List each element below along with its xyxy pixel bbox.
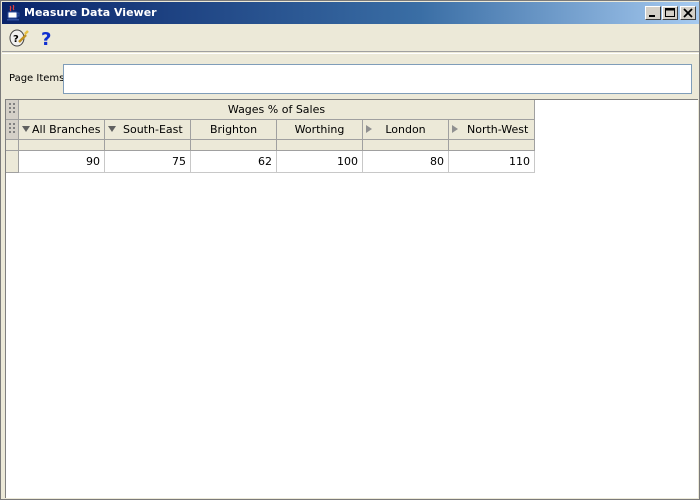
svg-text:?: ? [13, 34, 19, 45]
column-spacer [191, 140, 277, 151]
column-label: North-West [467, 123, 529, 136]
page-items-field[interactable] [63, 64, 692, 94]
collapsed-arrow-icon[interactable] [366, 125, 372, 133]
minimize-button[interactable] [645, 6, 661, 20]
data-cell-london[interactable]: 80 [363, 151, 449, 173]
column-label: South-East [123, 123, 183, 136]
data-cell-all-branches[interactable]: 90 [19, 151, 105, 173]
collapsed-arrow-icon[interactable] [452, 125, 458, 133]
column-spacer [449, 140, 535, 151]
measure-data-viewer-window: Measure Data Viewer ? ? Page Items Wages… [0, 0, 700, 500]
column-spacer [277, 140, 363, 151]
query-wizard-icon[interactable]: ? [8, 27, 30, 49]
expanded-arrow-icon[interactable] [22, 126, 30, 132]
data-grid-area: Wages % of Sales All Branches South-East… [5, 99, 698, 498]
column-header-south-east[interactable]: South-East [105, 120, 191, 140]
page-items-label: Page Items [9, 73, 65, 84]
column-label: All Branches [32, 123, 101, 136]
maximize-button[interactable] [662, 6, 678, 20]
column-spacer [19, 140, 105, 151]
window-title: Measure Data Viewer [24, 6, 157, 19]
column-label: Worthing [294, 123, 345, 136]
column-header-brighton[interactable]: Brighton [191, 120, 277, 140]
column-grip-measure[interactable] [6, 100, 19, 120]
column-label: London [385, 123, 426, 136]
data-cell-south-east[interactable]: 75 [105, 151, 191, 173]
column-spacer [105, 140, 191, 151]
toolbar: ? ? [2, 24, 699, 52]
data-cell-north-west[interactable]: 110 [449, 151, 535, 173]
column-header-north-west[interactable]: North-West [449, 120, 535, 140]
data-cell-worthing[interactable]: 100 [277, 151, 363, 173]
page-items-panel: Page Items [2, 53, 699, 98]
column-header-all-branches[interactable]: All Branches [19, 120, 105, 140]
row-header[interactable] [6, 151, 19, 173]
close-button[interactable] [680, 6, 696, 20]
column-header-worthing[interactable]: Worthing [277, 120, 363, 140]
svg-text:?: ? [41, 29, 51, 49]
title-bar[interactable]: Measure Data Viewer [2, 2, 699, 24]
column-header-london[interactable]: London [363, 120, 449, 140]
grid-corner-spacer [6, 140, 19, 151]
help-icon[interactable]: ? [36, 27, 58, 50]
expanded-arrow-icon[interactable] [108, 126, 116, 132]
measure-header[interactable]: Wages % of Sales [19, 100, 535, 120]
column-grip-branches[interactable] [6, 120, 19, 140]
column-label: Brighton [209, 123, 258, 136]
column-spacer [363, 140, 449, 151]
java-cup-icon [6, 4, 20, 21]
data-cell-brighton[interactable]: 62 [191, 151, 277, 173]
